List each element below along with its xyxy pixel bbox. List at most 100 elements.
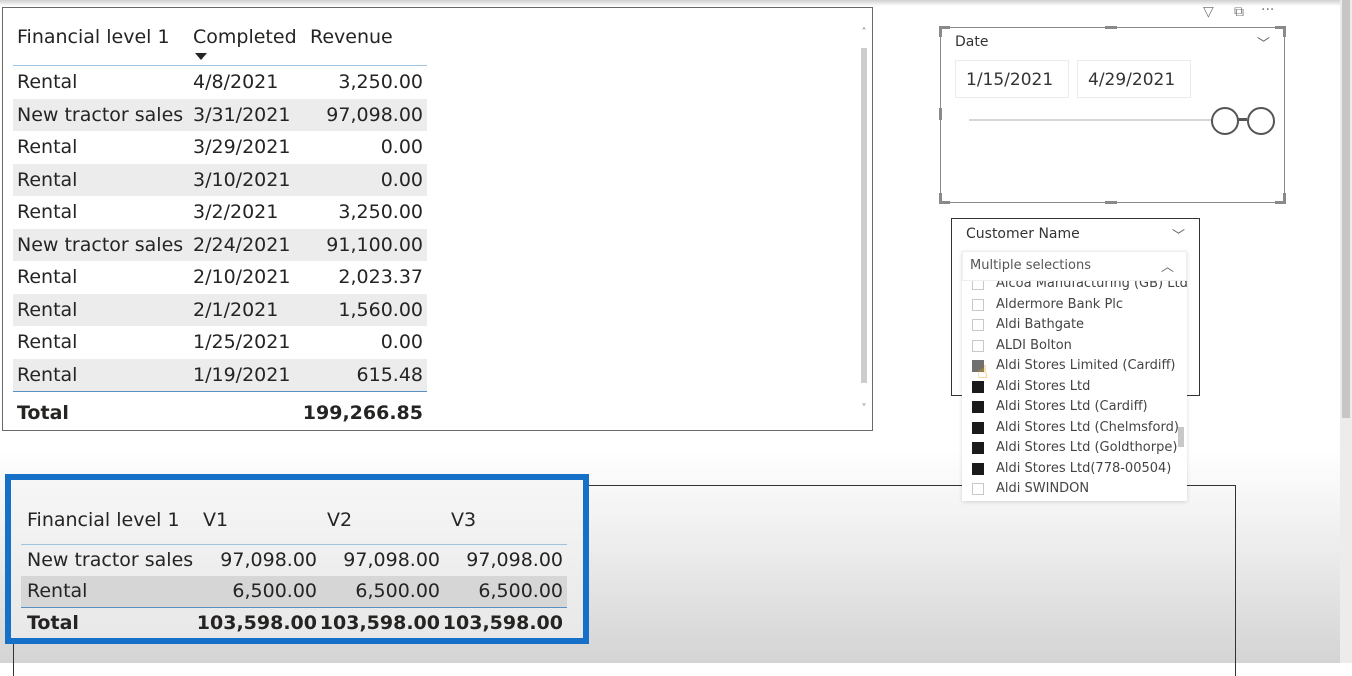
resize-handle[interactable]: [939, 193, 950, 204]
checkbox[interactable]: [972, 339, 984, 352]
table-row[interactable]: Rental 1/25/2021 0.00: [13, 326, 427, 359]
end-date-input[interactable]: 4/29/2021: [1077, 60, 1191, 98]
customer-option-label: Aldi Stores Ltd: [996, 378, 1091, 394]
customer-option-label: Aldi Stores Limited (Cardiff): [996, 358, 1176, 373]
table-row[interactable]: Rental 2/10/2021 2,023.37: [13, 261, 427, 294]
dropdown-header[interactable]: Multiple selections ︿: [962, 251, 1187, 281]
resize-handle[interactable]: [939, 108, 942, 120]
column-header-v2[interactable]: V2: [327, 506, 352, 534]
scroll-down-icon[interactable]: ˅: [859, 404, 869, 414]
cell-financial-level: Rental: [17, 266, 78, 288]
resize-handle[interactable]: [1275, 193, 1286, 204]
date-slicer-title: Date: [955, 34, 989, 50]
cell-financial-level: New tractor sales: [27, 549, 194, 571]
slider-start-handle[interactable]: [1211, 107, 1239, 135]
total-row: Total 199,266.85: [13, 398, 427, 428]
hand-cursor-icon: ☝: [977, 362, 988, 383]
column-header-v1[interactable]: V1: [203, 506, 228, 534]
checkbox[interactable]: [972, 298, 984, 311]
page-scrollbar-thumb[interactable]: [1342, 0, 1350, 418]
date-slicer: Date ﹀ 1/15/2021 4/29/2021: [939, 26, 1286, 204]
dropdown-value: Multiple selections: [970, 258, 1091, 273]
table-row[interactable]: Rental 4/8/2021 3,250.00: [13, 66, 427, 99]
more-options-icon[interactable]: ···: [1261, 2, 1274, 18]
cell-revenue: 2,023.37: [338, 266, 423, 288]
customer-list: Alcoa Manufacturing (GB) Ltd Aldermore Ba…: [962, 281, 1187, 501]
checkbox[interactable]: [972, 442, 984, 454]
start-date-input[interactable]: 1/15/2021: [955, 60, 1069, 98]
focus-mode-icon[interactable]: ⧉: [1234, 4, 1244, 20]
total-v1: 103,598.00: [196, 612, 317, 634]
checkbox[interactable]: [972, 483, 984, 495]
scroll-up-icon[interactable]: ˄: [859, 28, 869, 38]
cell-completed: 3/10/2021: [193, 168, 291, 191]
checkbox[interactable]: [972, 421, 984, 434]
cell-v2: 97,098.00: [343, 549, 440, 571]
cell-v1: 97,098.00: [220, 549, 317, 571]
customer-option-label: Aldi Bathgate: [996, 317, 1085, 332]
cell-revenue: 615.48: [356, 363, 423, 386]
table-row[interactable]: Rental 3/29/2021 0.00: [13, 131, 427, 164]
customer-dropdown: Multiple selections ︿ Alcoa Manufacturin…: [962, 251, 1187, 501]
table-row[interactable]: Rental 1/19/2021 615.48: [13, 358, 427, 391]
table-row[interactable]: New tractor sales 3/31/2021 97,098.00: [13, 98, 427, 131]
customer-option-label: Aldi SWINDON: [996, 481, 1090, 496]
cell-financial-level: Rental: [17, 363, 78, 386]
dropdown-scrollbar-thumb[interactable]: [1178, 427, 1184, 447]
top-shadow: [0, 0, 1340, 6]
cell-completed: 2/24/2021: [193, 233, 291, 256]
slider-end-handle[interactable]: [1247, 107, 1275, 135]
summary-row[interactable]: Rental 6,500.00 6,500.00 6,500.00: [21, 576, 567, 607]
resize-handle[interactable]: [1105, 201, 1117, 204]
summary-table: Financial level 1 V1 V2 V3 New tractor s…: [5, 474, 589, 644]
checkbox[interactable]: [972, 462, 984, 475]
chevron-down-icon[interactable]: ﹀: [1257, 33, 1270, 52]
date-slider-track[interactable]: [969, 119, 1219, 121]
column-header-completed[interactable]: Completed: [193, 25, 297, 49]
checkbox[interactable]: [972, 281, 984, 290]
customer-option-label: Aldi Stores Ltd (Cardiff): [996, 399, 1148, 414]
cell-financial-level: Rental: [17, 136, 78, 158]
cell-completed: 3/31/2021: [193, 103, 291, 126]
table-row[interactable]: Rental 2/1/2021 1,560.00: [13, 293, 427, 326]
cell-v1: 6,500.00: [232, 580, 317, 602]
customer-option-label: Aldi Stores Ltd (Chelmsford): [996, 419, 1179, 435]
cell-financial-level: New tractor sales: [17, 233, 184, 256]
summary-table-header: Financial level 1 V1 V2 V3: [21, 494, 567, 545]
cell-v3: 6,500.00: [478, 580, 563, 602]
checkbox[interactable]: [972, 401, 984, 413]
table-scrollbar[interactable]: ˄ ˅: [859, 18, 869, 418]
scrollbar-thumb[interactable]: [861, 48, 867, 383]
filter-icon[interactable]: ▽: [1203, 4, 1214, 20]
resize-handle[interactable]: [1275, 26, 1286, 37]
table-row[interactable]: Rental 3/2/2021 3,250.00: [13, 196, 427, 229]
cell-v2: 6,500.00: [355, 580, 440, 602]
checkbox[interactable]: [972, 319, 984, 331]
column-header-revenue[interactable]: Revenue: [310, 25, 393, 49]
cell-revenue: 3,250.00: [338, 201, 423, 223]
cell-revenue: 1,560.00: [338, 298, 423, 321]
sort-descending-icon: [195, 53, 207, 60]
total-v3: 103,598.00: [442, 612, 563, 634]
chevron-down-icon[interactable]: ﹀: [1172, 225, 1185, 244]
customer-option-label: Aldermore Bank Plc: [996, 296, 1124, 312]
chevron-up-icon[interactable]: ︿: [1161, 256, 1174, 275]
total-label: Total: [17, 402, 69, 424]
resize-handle[interactable]: [939, 26, 950, 37]
table-row[interactable]: Rental 3/10/2021 0.00: [13, 163, 427, 196]
column-header-financial-level[interactable]: Financial level 1: [27, 506, 180, 534]
total-label: Total: [27, 612, 79, 634]
total-v2: 103,598.00: [319, 612, 440, 634]
column-header-financial-level[interactable]: Financial level 1: [17, 25, 170, 49]
summary-total-row: Total 103,598.00 103,598.00 103,598.00: [21, 607, 567, 638]
resize-handle[interactable]: [1105, 26, 1117, 29]
column-header-v3[interactable]: V3: [451, 506, 476, 534]
table-header: Financial level 1 Completed Revenue: [13, 17, 427, 66]
cell-revenue: 0.00: [380, 136, 423, 158]
table-row[interactable]: New tractor sales 2/24/2021 91,100.00: [13, 228, 427, 261]
cell-financial-level: Rental: [17, 298, 78, 321]
page-scrollbar[interactable]: [1340, 0, 1352, 663]
customer-slicer-title: Customer Name: [966, 226, 1080, 242]
cell-completed: 4/8/2021: [193, 71, 279, 93]
summary-row[interactable]: New tractor sales 97,098.00 97,098.00 97,09…: [21, 545, 567, 576]
